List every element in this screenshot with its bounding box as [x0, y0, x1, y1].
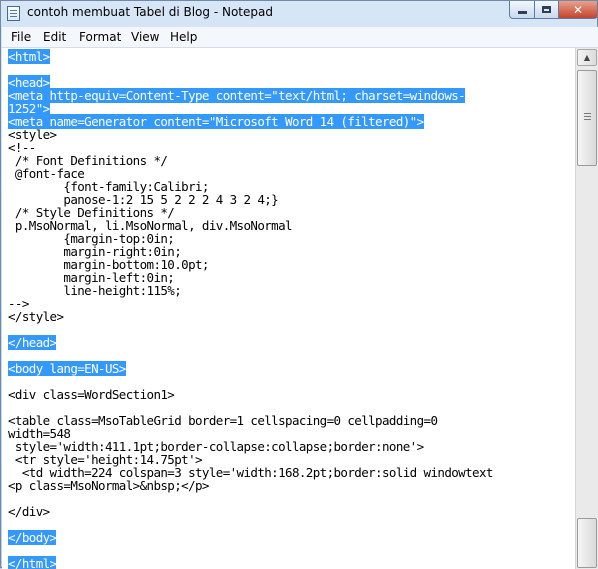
- menu-file[interactable]: File: [11, 30, 31, 44]
- thumb-grip: [584, 119, 591, 120]
- code-line[interactable]: </html>: [8, 556, 493, 569]
- code-text: <div class=WordSection1>: [8, 387, 175, 402]
- maximize-icon: [542, 6, 551, 13]
- code-line[interactable]: [8, 518, 493, 531]
- window-title: contoh membuat Tabel di Blog - Notepad: [27, 5, 273, 19]
- code-line[interactable]: <meta http-equiv=Content-Type content="t…: [8, 88, 493, 103]
- code-line[interactable]: </style>: [8, 310, 493, 323]
- title-bar[interactable]: contoh membuat Tabel di Blog - Notepad ✕: [1, 1, 598, 27]
- code-line[interactable]: <table class=MsoTableGrid border=1 cells…: [8, 414, 493, 427]
- scroll-thumb[interactable]: [577, 70, 597, 166]
- menu-bar: File Edit Format View Help: [2, 27, 598, 48]
- thumb-grip: [584, 113, 591, 114]
- code-line[interactable]: <html>: [8, 49, 493, 64]
- menu-edit[interactable]: Edit: [43, 30, 66, 44]
- vertical-scrollbar[interactable]: ▲: [575, 48, 598, 569]
- editor-content[interactable]: <html> <head> <meta http-equiv=Content-Typ…: [8, 49, 493, 569]
- notepad-window: contoh membuat Tabel di Blog - Notepad ✕…: [0, 0, 598, 569]
- thumb-grip: [584, 116, 591, 117]
- code-line[interactable]: <p class=MsoNormal>&nbsp;</p>: [8, 479, 493, 492]
- menu-format[interactable]: Format: [79, 30, 121, 44]
- scroll-up-arrow-icon: ▲: [583, 53, 591, 62]
- code-line[interactable]: [8, 323, 493, 336]
- code-line[interactable]: <div class=WordSection1>: [8, 388, 493, 401]
- code-line[interactable]: <body lang=EN-US>: [8, 361, 493, 376]
- code-line[interactable]: line-height:115%;: [8, 284, 493, 297]
- close-icon: ✕: [572, 2, 584, 17]
- code-line[interactable]: [8, 544, 493, 557]
- selected-text: <html>: [8, 49, 50, 64]
- scroll-up-button[interactable]: ▲: [577, 49, 597, 66]
- code-line[interactable]: </div>: [8, 505, 493, 518]
- code-line[interactable]: [8, 492, 493, 505]
- selected-text: <body lang=EN-US>: [8, 361, 126, 376]
- selected-text: <meta name=Generator content="Microsoft …: [8, 114, 424, 129]
- code-text: <p class=MsoNormal>&nbsp;</p>: [8, 478, 209, 493]
- code-text: line-height:115%;: [8, 283, 182, 298]
- code-line[interactable]: </head>: [8, 335, 493, 350]
- code-line[interactable]: <meta name=Generator content="Microsoft …: [8, 114, 493, 129]
- code-line[interactable]: </body>: [8, 530, 493, 545]
- text-editor-area[interactable]: <html> <head> <meta http-equiv=Content-Typ…: [2, 48, 575, 569]
- code-text: </style>: [8, 309, 64, 324]
- selected-text: </body>: [8, 530, 57, 545]
- notepad-icon[interactable]: [7, 6, 20, 21]
- scroll-track-segment[interactable]: [577, 518, 597, 568]
- close-button[interactable]: ✕: [558, 1, 598, 19]
- code-text: <table class=MsoTableGrid border=1 cells…: [8, 413, 438, 428]
- minimize-button[interactable]: [509, 1, 535, 19]
- maximize-button[interactable]: [534, 1, 559, 19]
- selected-text: </html>: [8, 556, 57, 569]
- code-line[interactable]: [8, 63, 493, 76]
- code-text: </div>: [8, 504, 50, 519]
- minimize-icon: [517, 11, 527, 14]
- selected-text: <meta http-equiv=Content-Type content="t…: [8, 88, 466, 103]
- code-line[interactable]: <style>: [8, 128, 493, 141]
- selected-text: </head>: [8, 335, 57, 350]
- code-line[interactable]: -->: [8, 297, 493, 310]
- menu-view[interactable]: View: [131, 30, 159, 44]
- menu-help[interactable]: Help: [170, 30, 197, 44]
